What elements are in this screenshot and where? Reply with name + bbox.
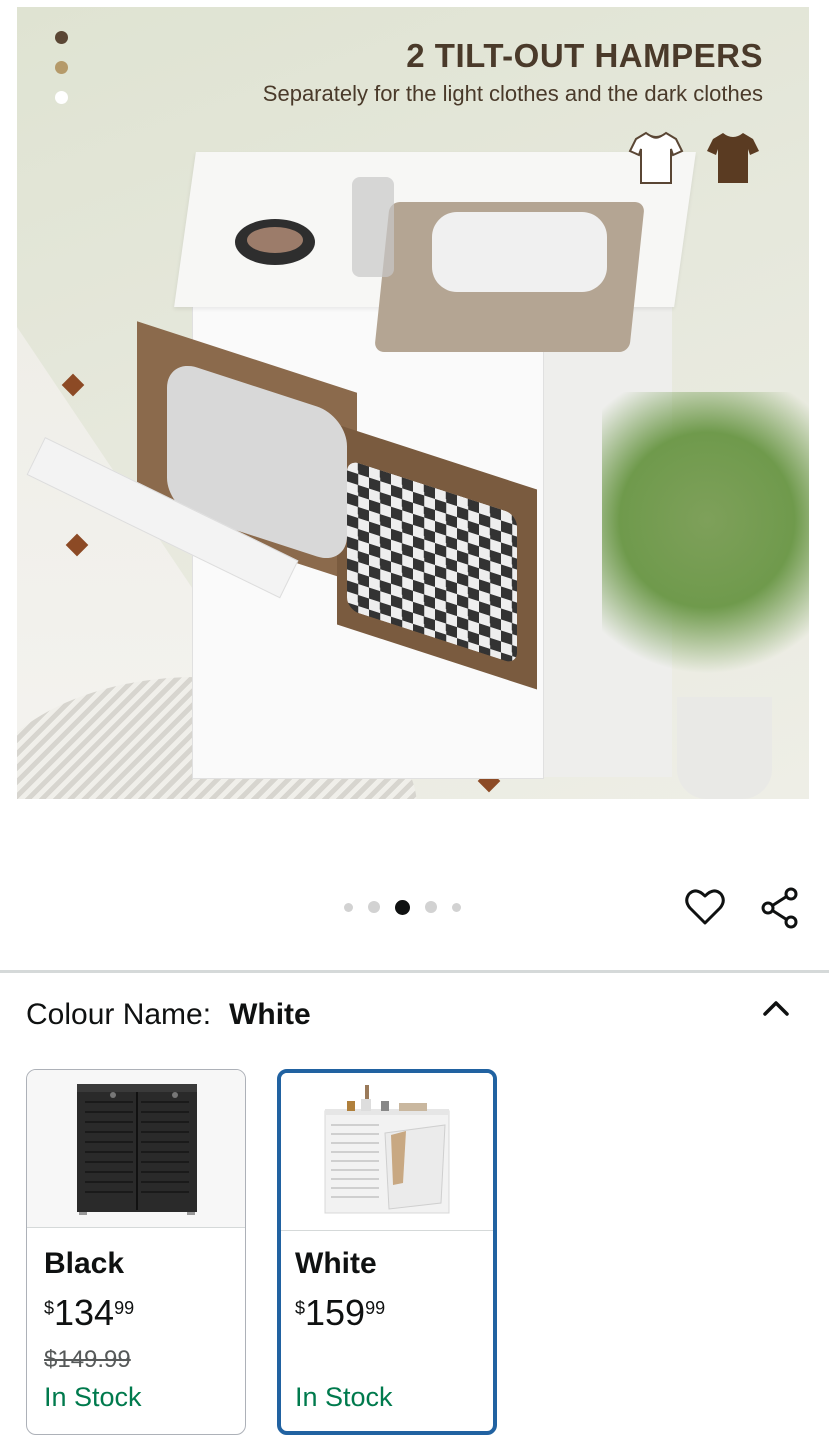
share-button[interactable]	[758, 886, 802, 930]
product-image[interactable]: 2 TILT-OUT HAMPERS Separately for the li…	[17, 7, 809, 799]
carousel-pager[interactable]	[344, 899, 461, 915]
hero-dot	[55, 61, 68, 74]
hero-dot	[55, 31, 68, 44]
white-cabinet-thumbnail	[281, 1073, 493, 1231]
option-name: White	[295, 1247, 377, 1280]
price-fraction: 99	[365, 1298, 386, 1318]
plant-leaves	[602, 392, 809, 712]
option-price: $ 134 99	[44, 1294, 134, 1332]
option-name: Black	[44, 1247, 125, 1280]
colour-option-black[interactable]: Black $ 134 99 $149.99 In Stock	[26, 1069, 246, 1435]
hero-title: 2 TILT-OUT HAMPERS	[406, 37, 763, 74]
chevron-up-icon	[763, 1001, 789, 1016]
price-symbol: $	[295, 1298, 306, 1318]
price-whole: 159	[305, 1292, 366, 1333]
tile-mark	[61, 373, 85, 397]
colour-selected-value: White	[229, 998, 311, 1031]
heart-icon	[685, 889, 725, 925]
pager-dot[interactable]	[425, 901, 437, 913]
pager-dot[interactable]	[452, 902, 461, 912]
black-cabinet-thumbnail	[27, 1070, 245, 1228]
favorite-button[interactable]	[684, 886, 726, 928]
colour-label: Colour Name:	[26, 998, 212, 1031]
price-symbol: $	[44, 1298, 55, 1318]
hero-subtitle: Separately for the light clothes and the…	[262, 81, 763, 106]
stock-status: In Stock	[44, 1382, 142, 1412]
pager-dot[interactable]	[368, 901, 380, 913]
plant-pot	[677, 697, 772, 799]
pager-dot[interactable]	[344, 902, 353, 912]
black-cabinet-image	[77, 1084, 197, 1215]
pager-dot-active[interactable]	[395, 899, 410, 915]
hero-color-dots	[55, 31, 68, 121]
option-price: $ 159 99	[295, 1294, 385, 1332]
reed-diffuser	[352, 177, 394, 277]
hero-dot	[55, 91, 68, 104]
folded-towels	[432, 212, 607, 292]
colour-option-white[interactable]: White $ 159 99 In Stock	[277, 1069, 497, 1435]
price-fraction: 99	[114, 1298, 135, 1318]
collapse-colour-button[interactable]	[756, 990, 796, 1026]
section-divider	[0, 970, 829, 973]
was-price: $149.99	[44, 1346, 131, 1373]
colour-name-row: Colour Name: White	[26, 998, 311, 1032]
stock-status: In Stock	[295, 1382, 393, 1412]
soap-bar	[247, 227, 303, 253]
light-tshirt-icon	[628, 131, 684, 184]
share-icon	[761, 887, 798, 929]
dark-tshirt-icon	[707, 133, 759, 183]
white-cabinet-image	[324, 1085, 450, 1214]
price-whole: 134	[54, 1292, 115, 1333]
